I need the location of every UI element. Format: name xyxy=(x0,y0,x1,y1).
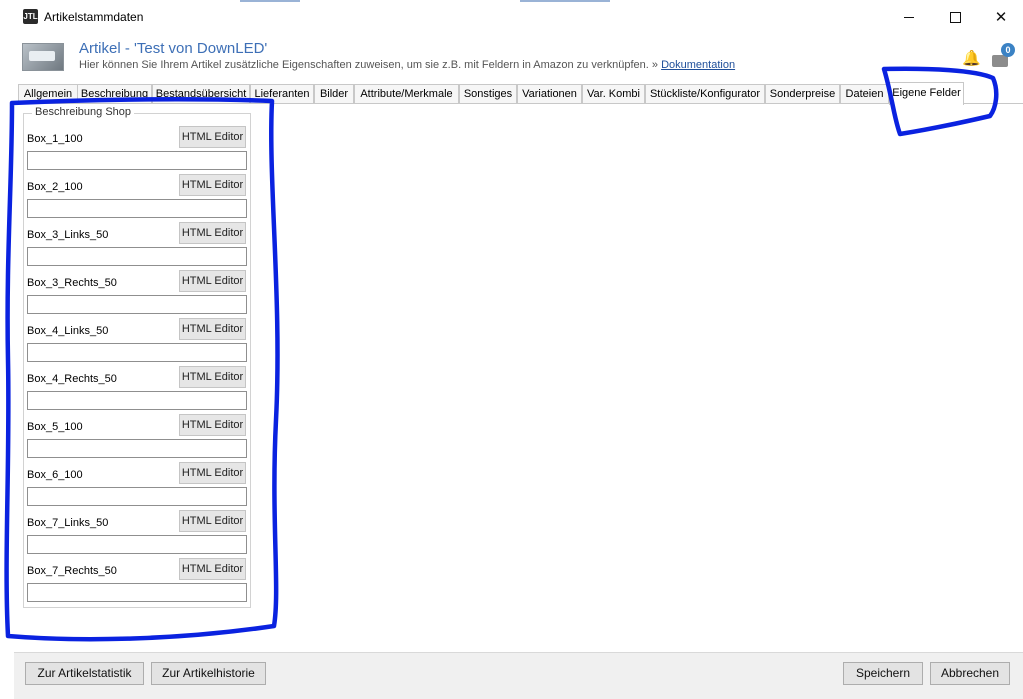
sync-count-badge: 0 xyxy=(1001,43,1015,57)
background-strip-segment xyxy=(520,0,610,2)
tab-bilder[interactable]: Bilder xyxy=(314,84,354,104)
tab-eigene-felder[interactable]: Eigene Felder xyxy=(889,82,964,105)
article-header: Artikel - 'Test von DownLED' Hier können… xyxy=(14,31,1023,77)
save-button[interactable]: Speichern xyxy=(843,662,923,685)
window-title: Artikelstammdaten xyxy=(44,10,144,24)
tab-var-kombi[interactable]: Var. Kombi xyxy=(582,84,645,104)
article-thumbnail xyxy=(22,43,64,71)
html-editor-button-box-7-rechts-50[interactable]: HTML Editor xyxy=(179,558,246,580)
tab-beschreibung[interactable]: Beschreibung xyxy=(77,84,152,104)
html-editor-button-box-1-100[interactable]: HTML Editor xyxy=(179,126,246,148)
title-bar: JTL Artikelstammdaten ✕ xyxy=(14,3,1023,31)
documentation-link[interactable]: Dokumentation xyxy=(661,59,735,71)
input-box-3-links-50[interactable] xyxy=(27,247,247,266)
tab-sonstiges[interactable]: Sonstiges xyxy=(459,84,517,104)
tab-variationen[interactable]: Variationen xyxy=(517,84,582,104)
background-strip-segment xyxy=(240,0,300,2)
maximize-icon xyxy=(949,11,961,23)
sync-button[interactable]: 0 xyxy=(992,43,1015,69)
field-label-box-6-100: Box_6_100 xyxy=(27,469,83,481)
field-label-box-4-rechts-50: Box_4_Rechts_50 xyxy=(27,373,117,385)
tab-bar: Allgemein Beschreibung Bestandsübersicht… xyxy=(14,82,1023,105)
background-window-edge xyxy=(0,0,14,698)
maximize-button[interactable] xyxy=(932,3,978,31)
input-box-4-rechts-50[interactable] xyxy=(27,391,247,410)
input-box-5-100[interactable] xyxy=(27,439,247,458)
html-editor-button-box-4-rechts-50[interactable]: HTML Editor xyxy=(179,366,246,388)
html-editor-button-box-3-links-50[interactable]: HTML Editor xyxy=(179,222,246,244)
minimize-button[interactable] xyxy=(886,3,932,31)
doc-link-prefix: » xyxy=(651,59,659,71)
html-editor-button-box-2-100[interactable]: HTML Editor xyxy=(179,174,246,196)
group-legend: Beschreibung Shop xyxy=(32,106,135,118)
tab-attribute-merkmale[interactable]: Attribute/Merkmale xyxy=(354,84,459,104)
close-icon: ✕ xyxy=(994,9,1008,26)
input-box-4-links-50[interactable] xyxy=(27,343,247,362)
field-label-box-4-links-50: Box_4_Links_50 xyxy=(27,325,109,337)
input-box-6-100[interactable] xyxy=(27,487,247,506)
bell-icon[interactable]: 🔔 xyxy=(962,51,981,67)
field-label-box-7-rechts-50: Box_7_Rechts_50 xyxy=(27,565,117,577)
field-label-box-5-100: Box_5_100 xyxy=(27,421,83,433)
artikelhistorie-button[interactable]: Zur Artikelhistorie xyxy=(151,662,266,685)
input-box-3-rechts-50[interactable] xyxy=(27,295,247,314)
html-editor-button-box-4-links-50[interactable]: HTML Editor xyxy=(179,318,246,340)
html-editor-button-box-6-100[interactable]: HTML Editor xyxy=(179,462,246,484)
input-box-2-100[interactable] xyxy=(27,199,247,218)
app-logo-icon: JTL xyxy=(23,9,38,24)
artikelstatistik-button[interactable]: Zur Artikelstatistik xyxy=(25,662,144,685)
field-label-box-3-links-50: Box_3_Links_50 xyxy=(27,229,109,241)
field-label-box-7-links-50: Box_7_Links_50 xyxy=(27,517,109,529)
tab-stueckliste-konfigurator[interactable]: Stückliste/Konfigurator xyxy=(645,84,765,104)
input-box-7-links-50[interactable] xyxy=(27,535,247,554)
tab-sonderpreise[interactable]: Sonderpreise xyxy=(765,84,840,104)
tab-allgemein[interactable]: Allgemein xyxy=(18,84,78,104)
close-window-button[interactable]: ✕ xyxy=(978,3,1023,31)
field-label-box-3-rechts-50: Box_3_Rechts_50 xyxy=(27,277,117,289)
field-label-box-2-100: Box_2_100 xyxy=(27,181,83,193)
html-editor-button-box-5-100[interactable]: HTML Editor xyxy=(179,414,246,436)
tab-lieferanten[interactable]: Lieferanten xyxy=(250,84,314,104)
subtitle-text: Hier können Sie Ihrem Artikel zusätzlich… xyxy=(79,59,649,71)
article-title: Artikel - 'Test von DownLED' xyxy=(79,40,268,57)
cancel-button[interactable]: Abbrechen xyxy=(930,662,1010,685)
field-label-box-1-100: Box_1_100 xyxy=(27,133,83,145)
input-box-7-rechts-50[interactable] xyxy=(27,583,247,602)
tab-bestandsuebersicht[interactable]: Bestandsübersicht xyxy=(152,84,250,104)
html-editor-button-box-3-rechts-50[interactable]: HTML Editor xyxy=(179,270,246,292)
article-subtitle: Hier können Sie Ihrem Artikel zusätzlich… xyxy=(79,59,735,71)
minimize-icon xyxy=(904,16,914,18)
tab-dateien[interactable]: Dateien xyxy=(840,84,889,104)
input-box-1-100[interactable] xyxy=(27,151,247,170)
html-editor-button-box-7-links-50[interactable]: HTML Editor xyxy=(179,510,246,532)
